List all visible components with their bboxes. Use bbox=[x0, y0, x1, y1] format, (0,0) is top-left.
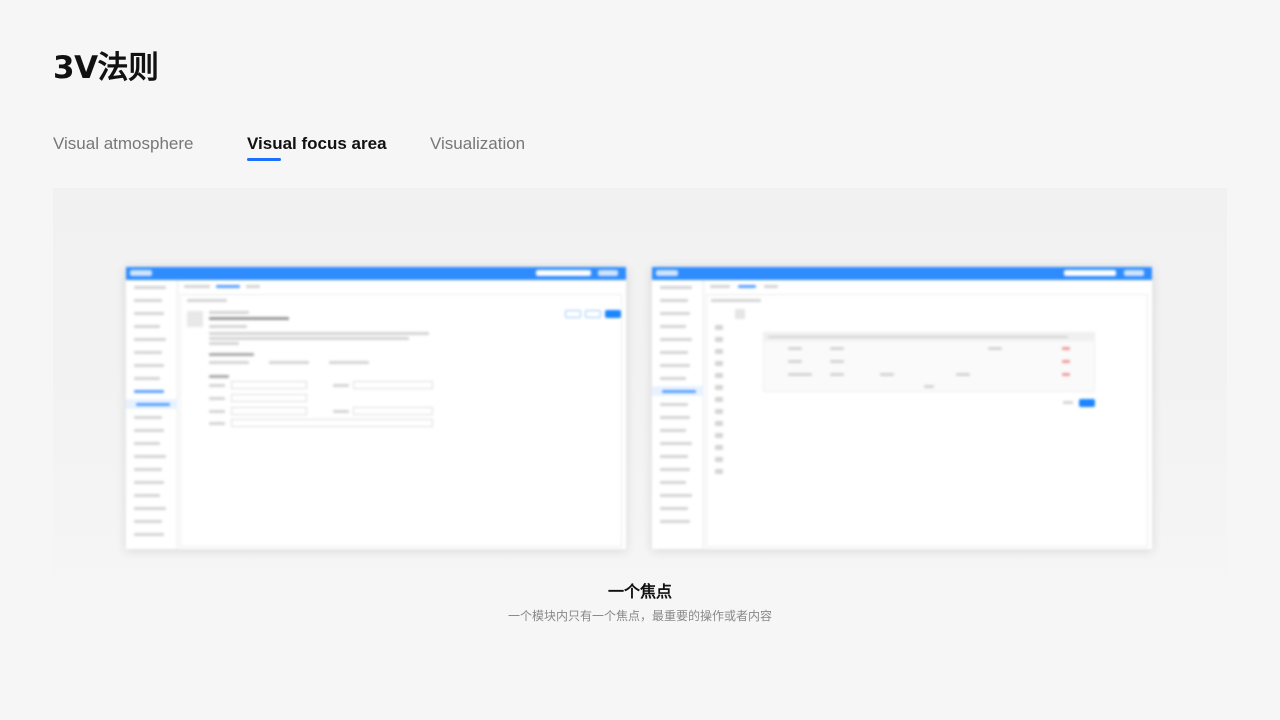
tab-visual-focus-area[interactable]: Visual focus area bbox=[247, 134, 387, 161]
page-title: 3V法则 bbox=[53, 50, 159, 86]
tab-visual-atmosphere[interactable]: Visual atmosphere bbox=[53, 134, 194, 154]
caption-title: 一个焦点 bbox=[607, 582, 672, 601]
mockup-header-bar bbox=[652, 267, 1152, 280]
mockup-sidebar bbox=[652, 280, 704, 549]
active-tab-indicator bbox=[247, 158, 281, 161]
blurred-table-mockup bbox=[652, 267, 1152, 549]
preview-stage bbox=[53, 188, 1227, 612]
mockup-header-bar bbox=[126, 267, 626, 280]
mockup-sidebar bbox=[126, 280, 178, 549]
caption-subtitle: 一个模块内只有一个焦点，最重要的操作或者内容 bbox=[507, 609, 772, 623]
tab-visualization[interactable]: Visualization bbox=[430, 134, 525, 154]
tab-label: Visual focus area bbox=[247, 134, 387, 153]
blurred-form-mockup bbox=[126, 267, 626, 549]
